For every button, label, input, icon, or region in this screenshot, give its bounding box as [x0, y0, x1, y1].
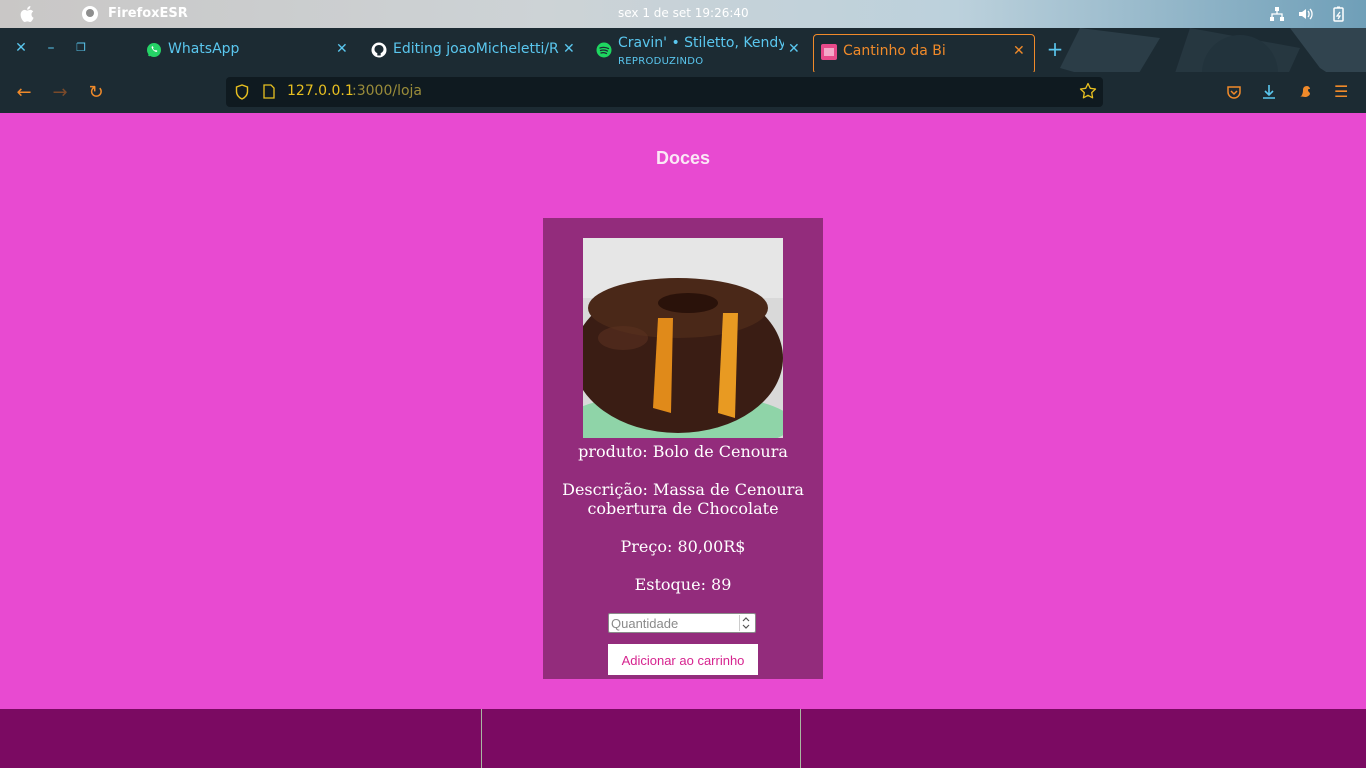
product-card: produto: Bolo de Cenoura Descrição: Mass…	[543, 218, 823, 679]
system-top-bar: FirefoxESR sex 1 de set 19:26:40	[0, 0, 1366, 28]
product-price: Preço: 80,00R$	[620, 537, 746, 556]
address-bar[interactable]: 127.0.0.1 :3000/loja	[226, 77, 1103, 107]
apple-icon[interactable]	[20, 5, 36, 23]
theme-background-graphic	[1060, 28, 1366, 72]
shield-icon[interactable]	[235, 84, 249, 100]
download-icon[interactable]	[1261, 84, 1277, 100]
tab-github[interactable]: Editing joaoMicheletti/RE ✕	[371, 32, 577, 68]
footer-divider	[481, 709, 482, 768]
tab-label: Cantinho da Bi	[843, 43, 946, 59]
page-title: Doces	[655, 148, 711, 168]
add-to-cart-button[interactable]: Adicionar ao carrinho	[608, 644, 758, 675]
quantity-input[interactable]	[609, 614, 741, 632]
footer	[0, 709, 1366, 768]
site-favicon	[821, 44, 837, 60]
network-icon[interactable]	[1269, 6, 1285, 22]
tab-label: WhatsApp	[168, 41, 240, 57]
close-window-icon[interactable]: ✕	[13, 40, 29, 56]
product-name: produto: Bolo de Cenoura	[578, 442, 788, 461]
close-tab-icon[interactable]: ✕	[1013, 43, 1025, 59]
firefox-icon[interactable]	[82, 6, 98, 22]
product-description-line-1: Descrição: Massa de Cenoura	[562, 480, 804, 499]
clock[interactable]: sex 1 de set 19:26:40	[618, 6, 749, 20]
active-app-name[interactable]: FirefoxESR	[108, 6, 188, 21]
battery-icon[interactable]	[1331, 6, 1347, 22]
tab-spotify[interactable]: Cravin' • Stiletto, Kendyle P REPRODUZIN…	[596, 32, 802, 68]
whatsapp-icon	[147, 43, 161, 57]
forward-arrow-icon[interactable]: →	[50, 83, 70, 103]
minimize-window-icon[interactable]: –	[43, 40, 59, 56]
url-path: :3000/loja	[352, 83, 422, 99]
spinner-arrows-icon[interactable]	[739, 615, 752, 631]
page-info-icon[interactable]	[263, 84, 275, 99]
product-description-line-2: cobertura de Chocolate	[587, 499, 779, 518]
bookmark-star-icon[interactable]	[1079, 82, 1097, 100]
menu-icon[interactable]: ☰	[1334, 82, 1348, 101]
quantity-stepper[interactable]	[608, 613, 756, 633]
navigation-bar: ← → ↻ 127.0.0.1 :3000/loja ☰	[0, 72, 1366, 113]
volume-icon[interactable]	[1298, 6, 1314, 22]
tab-label: Cravin' • Stiletto, Kendyle P	[618, 35, 784, 51]
tab-cantinho-da-bi[interactable]: Cantinho da Bi ✕	[813, 34, 1035, 72]
close-tab-icon[interactable]: ✕	[336, 41, 348, 57]
url-host: 127.0.0.1	[287, 83, 354, 99]
product-image	[583, 238, 783, 438]
tab-whatsapp[interactable]: WhatsApp ✕	[146, 32, 352, 68]
back-arrow-icon[interactable]: ←	[14, 83, 34, 103]
extension-icon[interactable]	[1297, 84, 1313, 100]
tab-playing-status: REPRODUZINDO	[618, 56, 704, 67]
spotify-icon	[596, 42, 612, 58]
close-tab-icon[interactable]: ✕	[788, 41, 800, 57]
tab-label: Editing joaoMicheletti/RE	[393, 41, 559, 57]
pocket-icon[interactable]	[1226, 84, 1242, 100]
restore-window-icon[interactable]: ❐	[73, 40, 89, 56]
reload-icon[interactable]: ↻	[86, 83, 106, 103]
product-stock: Estoque: 89	[634, 575, 732, 594]
tab-bar: ✕ – ❐ WhatsApp ✕ Editing joaoMicheletti/…	[0, 28, 1366, 72]
github-icon	[371, 42, 387, 58]
close-tab-icon[interactable]: ✕	[563, 41, 575, 57]
footer-divider	[800, 709, 801, 768]
new-tab-icon[interactable]: +	[1046, 39, 1064, 59]
